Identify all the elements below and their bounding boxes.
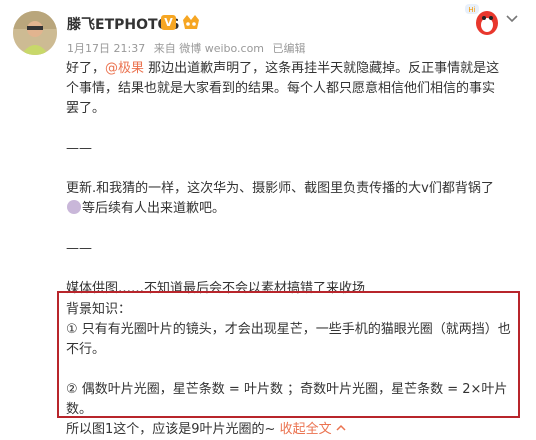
text: 所以图1这个，应该是9叶片光圈的~ [66,422,280,437]
divider-1: —— [66,141,92,156]
collapse-label: 收起全文 [279,422,332,437]
text: 好了， [66,61,106,76]
post-body: 好了，@极果 那边出道歉声明了，这条再挂半天就隐藏掉。反正事情就是这个事情，结果… [66,59,506,299]
divider-2: —— [66,241,92,256]
post-paragraph-1: 好了，@极果 那边出道歉声明了，这条再挂半天就隐藏掉。反正事情就是这个事情，结果… [66,59,506,119]
up-caret-icon [336,424,346,431]
background-conclusion: 所以图1这个，应该是9叶片光圈的~ 收起全文 [66,420,516,440]
mention-link[interactable]: @极果 [105,61,144,76]
background-heading: 背景知识： [66,302,132,317]
post-time[interactable]: 1月17日 21:37 [67,42,145,55]
fan-badge-icon[interactable] [180,12,202,32]
post-meta: 1月17日 21:37 来自 微博 weibo.com 已编辑 [67,40,311,56]
edited-label[interactable]: 已编辑 [273,42,306,55]
background-point-2: ② 偶数叶片光圈，星芒条数 = 叶片数 ；奇数叶片光圈，星芒条数 = 2×叶片数… [66,382,508,417]
verified-icon: V [161,15,176,30]
background-knowledge: 背景知识： ① 只有有光圈叶片的镜头，才会出现星芒，一些手机的猫眼光圈（就两挡）… [66,300,516,440]
text: 等后续有人出来道歉吧。 [82,201,226,216]
collapse-button[interactable]: 收起全文 [280,422,346,437]
avatar[interactable] [13,11,57,55]
chevron-down-icon[interactable] [505,14,519,24]
post-source[interactable]: 来自 微博 weibo.com [154,42,264,55]
post-paragraph-2: 更新.和我猜的一样，这次华为、摄影师、截图里负责传播的大v们都背锅了等后续有人出… [66,179,506,219]
inline-avatar-icon [67,200,81,214]
background-point-1: ① 只有有光圈叶片的镜头，才会出现星芒，一些手机的猫眼光圈（就两挡）也不行。 [66,322,511,357]
mascot-icon: Hi [465,4,498,35]
text: 更新.和我猜的一样，这次华为、摄影师、截图里负责传播的大v们都背锅了 [66,181,494,196]
svg-text:Hi: Hi [468,6,475,14]
